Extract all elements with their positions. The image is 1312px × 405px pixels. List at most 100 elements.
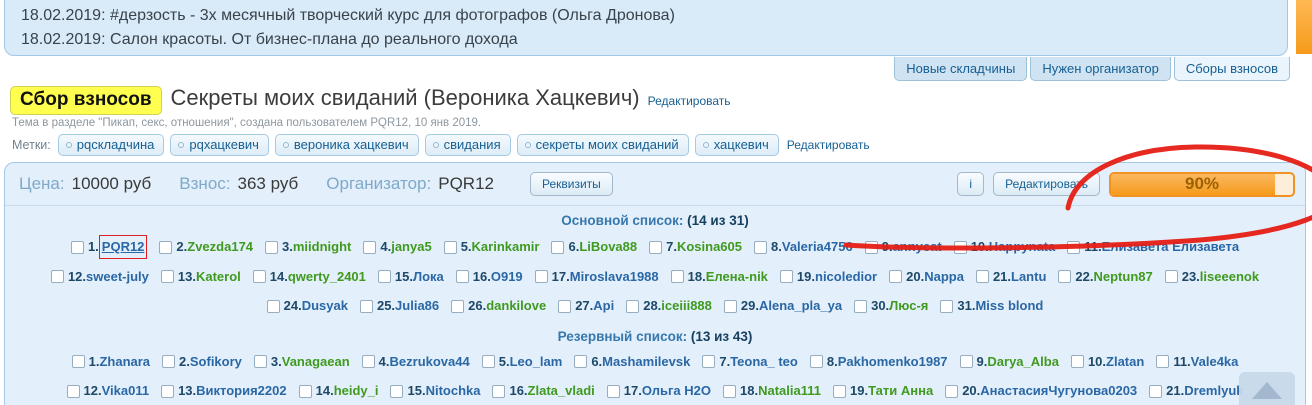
member-checkbox[interactable]	[390, 385, 403, 398]
member-checkbox[interactable]	[1149, 385, 1162, 398]
member-link[interactable]: Zlata_vladi	[528, 380, 595, 402]
member-checkbox[interactable]	[724, 300, 737, 313]
member-checkbox[interactable]	[67, 385, 80, 398]
member-link[interactable]: miidnight	[293, 236, 352, 258]
member-link[interactable]: Ольга H2O	[642, 380, 711, 402]
member-link[interactable]: Leo_lam	[510, 351, 563, 373]
member-link[interactable]: Виктория2202	[196, 380, 286, 402]
member-checkbox[interactable]	[378, 270, 391, 283]
member-link[interactable]: Sofikory	[190, 351, 242, 373]
member-checkbox[interactable]	[574, 355, 587, 368]
member-checkbox[interactable]	[671, 270, 684, 283]
member-link[interactable]: Miss blond	[975, 295, 1043, 317]
tab-novye-skladchiny[interactable]: Новые складчины	[894, 57, 1027, 81]
member-checkbox[interactable]	[363, 241, 376, 254]
member-checkbox[interactable]	[360, 300, 373, 313]
member-link[interactable]: Nappa	[924, 266, 964, 288]
member-checkbox[interactable]	[960, 355, 973, 368]
member-link[interactable]: Zhanara	[99, 351, 150, 373]
member-link[interactable]: Лока	[413, 266, 444, 288]
member-link[interactable]: sweet-july	[86, 266, 149, 288]
member-checkbox[interactable]	[267, 300, 280, 313]
tag-pill[interactable]: хацкевич	[695, 134, 779, 156]
member-link[interactable]: О919	[491, 266, 523, 288]
member-checkbox[interactable]	[865, 241, 878, 254]
member-link[interactable]: liseeenok	[1200, 266, 1259, 288]
member-link[interactable]: Neptun87	[1093, 266, 1152, 288]
member-checkbox[interactable]	[1071, 355, 1084, 368]
scroll-top-button[interactable]	[1239, 372, 1295, 405]
member-link[interactable]: Тати Анна	[868, 380, 933, 402]
announcement-line[interactable]: 18.02.2019: #дерзость - 3х месячный твор…	[21, 4, 1271, 28]
member-link[interactable]: Natalia111	[758, 380, 821, 402]
member-checkbox[interactable]	[162, 355, 175, 368]
tab-sbory-vznosov[interactable]: Сборы взносов	[1174, 57, 1290, 81]
member-link[interactable]: Mashamilevsk	[602, 351, 690, 373]
member-link[interactable]: Darya_Alba	[987, 351, 1059, 373]
member-link[interactable]: Kosina605	[677, 236, 742, 258]
member-checkbox[interactable]	[940, 300, 953, 313]
member-checkbox[interactable]	[451, 300, 464, 313]
member-link[interactable]: Lantu	[1011, 266, 1046, 288]
member-checkbox[interactable]	[299, 385, 312, 398]
tag-pill[interactable]: вероника хацкевич	[275, 134, 419, 156]
member-link[interactable]: Pakhomenko1987	[838, 351, 948, 373]
member-checkbox[interactable]	[161, 270, 174, 283]
member-link[interactable]: Alena_pla_ya	[759, 295, 842, 317]
member-checkbox[interactable]	[1165, 270, 1178, 283]
member-link[interactable]: Vika011	[102, 380, 149, 402]
member-checkbox[interactable]	[810, 355, 823, 368]
member-checkbox[interactable]	[535, 270, 548, 283]
announcement-line[interactable]: 18.02.2019: Салон красоты. От бизнес-пла…	[21, 28, 1271, 52]
tab-nuzhen-organizator[interactable]: Нужен организатор	[1030, 57, 1171, 81]
member-link[interactable]: Karinkamir	[472, 236, 540, 258]
member-checkbox[interactable]	[854, 300, 867, 313]
member-checkbox[interactable]	[72, 355, 85, 368]
member-link[interactable]: Katerol	[196, 266, 241, 288]
member-checkbox[interactable]	[649, 241, 662, 254]
member-link[interactable]: janya5	[391, 236, 431, 258]
member-link[interactable]: Zlatan	[1106, 351, 1144, 373]
member-checkbox[interactable]	[159, 241, 172, 254]
member-checkbox[interactable]	[607, 385, 620, 398]
member-link[interactable]: annycat	[893, 236, 942, 258]
member-link[interactable]: Miroslava1988	[570, 266, 659, 288]
member-link[interactable]: АнастасияЧугунова0203	[980, 380, 1137, 402]
member-link[interactable]: qwerty_2401	[288, 266, 366, 288]
tag-pill[interactable]: pqскладчина	[58, 134, 165, 156]
member-link[interactable]: PQR12	[99, 235, 148, 259]
tag-pill[interactable]: секреты моих свиданий	[517, 134, 689, 156]
member-link[interactable]: Dusyak	[302, 295, 348, 317]
member-checkbox[interactable]	[71, 241, 84, 254]
info-button[interactable]: i	[957, 172, 984, 196]
member-link[interactable]: Vale4ka	[1191, 351, 1239, 373]
member-checkbox[interactable]	[723, 385, 736, 398]
member-link[interactable]: nicoledior	[815, 266, 877, 288]
member-checkbox[interactable]	[1067, 241, 1080, 254]
member-link[interactable]: Dremlyuk	[1184, 380, 1243, 402]
member-checkbox[interactable]	[444, 241, 457, 254]
member-checkbox[interactable]	[482, 355, 495, 368]
organizer-value[interactable]: PQR12	[438, 174, 494, 194]
member-checkbox[interactable]	[456, 270, 469, 283]
member-checkbox[interactable]	[976, 270, 989, 283]
member-link[interactable]: Nitochka	[426, 380, 481, 402]
edit-fees-button[interactable]: Редактировать	[993, 172, 1100, 196]
member-link[interactable]: Люс-я	[889, 295, 928, 317]
member-checkbox[interactable]	[1156, 355, 1169, 368]
member-checkbox[interactable]	[558, 300, 571, 313]
member-checkbox[interactable]	[833, 385, 846, 398]
member-link[interactable]: Елена-nik	[706, 266, 768, 288]
member-checkbox[interactable]	[551, 241, 564, 254]
member-link[interactable]: Julia86	[395, 295, 439, 317]
member-link[interactable]: Zvezda174	[187, 236, 253, 258]
member-link[interactable]: Bezrukova44	[390, 351, 470, 373]
member-checkbox[interactable]	[702, 355, 715, 368]
member-checkbox[interactable]	[253, 270, 266, 283]
member-checkbox[interactable]	[954, 241, 967, 254]
member-checkbox[interactable]	[265, 241, 278, 254]
member-checkbox[interactable]	[362, 355, 375, 368]
member-checkbox[interactable]	[51, 270, 64, 283]
member-checkbox[interactable]	[754, 241, 767, 254]
member-checkbox[interactable]	[945, 385, 958, 398]
